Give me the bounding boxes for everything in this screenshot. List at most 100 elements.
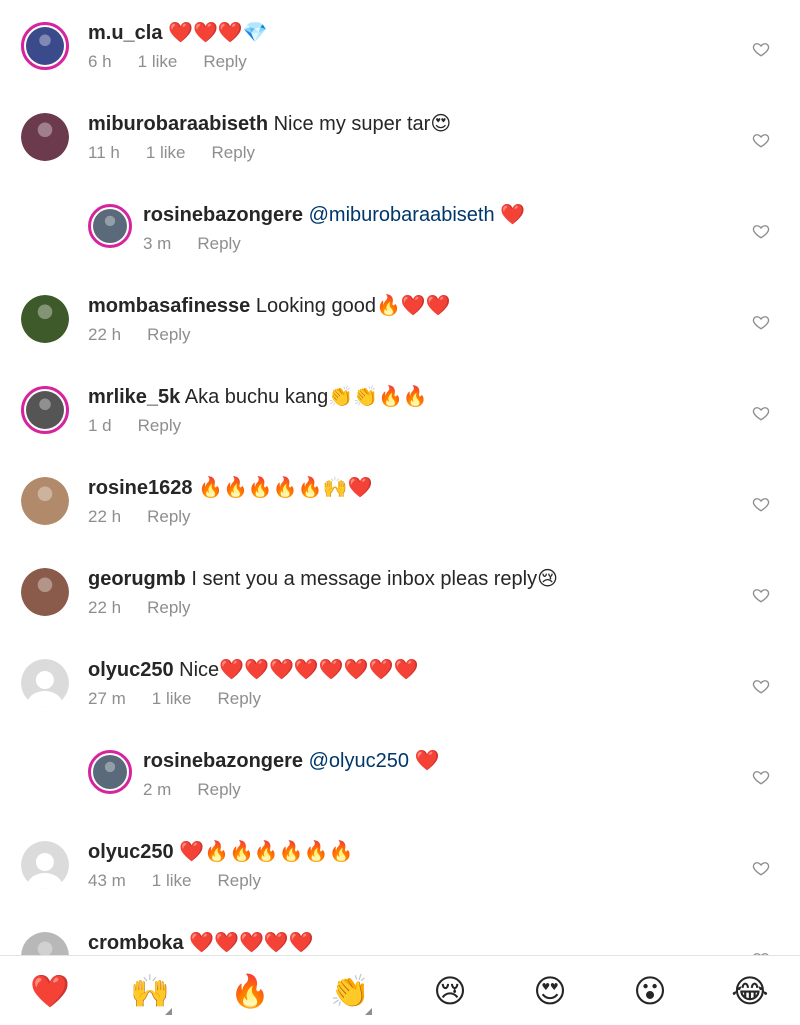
comment: cromboka ❤️❤️❤️❤️❤️ (0, 928, 800, 955)
comment-username[interactable]: m.u_cla (88, 22, 162, 44)
like-heart-icon[interactable] (752, 222, 770, 240)
like-heart-icon[interactable] (752, 40, 770, 58)
comment-username[interactable]: cromboka (88, 932, 184, 954)
comment-body: rosinebazongere @olyuc250 ❤️ 2 m Reply (143, 748, 439, 800)
like-count[interactable]: 1 like (152, 871, 192, 890)
comment-body: georugmb I sent you a message inbox plea… (88, 566, 558, 618)
avatar[interactable] (21, 568, 69, 616)
reply-button[interactable]: Reply (197, 780, 240, 799)
avatar[interactable] (21, 295, 69, 343)
comment-timestamp: 2 m (143, 780, 172, 799)
comment: olyuc250 Nice❤️❤️❤️❤️❤️❤️❤️❤️ 27 m 1 like R… (0, 655, 800, 746)
default-profile-icon (21, 841, 69, 889)
comment-username[interactable]: rosinebazongere (143, 204, 303, 226)
comment-text-line: rosine1628 🔥🔥🔥🔥🔥🙌❤️ (88, 475, 372, 501)
heart-eyes-emoji-icon: 😍 (533, 972, 567, 1009)
profile-photo (93, 209, 127, 243)
reaction-fire-button[interactable]: 🔥 (220, 961, 280, 1021)
comments-list[interactable]: m.u_cla ❤️❤️❤️💎 6 h1 like Reply miburobaraa… (0, 0, 800, 955)
profile-photo (21, 295, 69, 343)
like-count[interactable]: 1 like (152, 689, 192, 708)
avatar[interactable] (21, 477, 69, 525)
comment-body: miburobaraabiseth Nice my super tar😍 11 h… (88, 111, 451, 163)
reply-button[interactable]: Reply (138, 416, 181, 435)
comment-text-line: rosinebazongere @miburobaraabiseth ❤️ (143, 202, 525, 228)
reaction-heart-eyes-button[interactable]: 😍 (520, 961, 580, 1021)
avatar[interactable] (21, 659, 69, 707)
comment: mrlike_5k Aka buchu kang👏👏🔥🔥 1 d Reply (0, 382, 800, 473)
comment-timestamp: 22 h (88, 325, 122, 344)
skin-tone-indicator-icon (165, 1007, 172, 1015)
like-heart-icon[interactable] (752, 859, 770, 877)
reaction-clapping-hands-button[interactable]: 👏 (320, 961, 380, 1021)
comment-timestamp: 11 h (88, 143, 120, 162)
comment-meta: 27 m 1 like Reply (88, 689, 418, 709)
comment-text-line: mrlike_5k Aka buchu kang👏👏🔥🔥 (88, 384, 428, 410)
reply-button[interactable]: Reply (197, 234, 240, 253)
reply-comment: rosinebazongere @olyuc250 ❤️ 2 m Reply (0, 746, 800, 837)
skin-tone-indicator-icon (365, 1007, 372, 1015)
reply-button[interactable]: Reply (203, 52, 246, 71)
comment: miburobaraabiseth Nice my super tar😍 11 h… (0, 109, 800, 200)
comment-timestamp: 3 m (143, 234, 172, 253)
reply-button[interactable]: Reply (147, 507, 190, 526)
comment-username[interactable]: olyuc250 (88, 659, 174, 681)
mention-link[interactable]: @olyuc250 (309, 750, 409, 772)
avatar[interactable] (21, 932, 69, 955)
comment-timestamp: 43 m (88, 871, 126, 890)
like-heart-icon[interactable] (752, 404, 770, 422)
mention-link[interactable]: @miburobaraabiseth (309, 204, 495, 226)
comment: m.u_cla ❤️❤️❤️💎 6 h 1 like Reply (0, 18, 800, 109)
reply-button[interactable]: Reply (217, 689, 260, 708)
reply-button[interactable]: Reply (212, 143, 255, 162)
comment-username[interactable]: rosinebazongere (143, 750, 303, 772)
comment-text-line: georugmb I sent you a message inbox plea… (88, 566, 558, 592)
like-heart-icon[interactable] (752, 768, 770, 786)
profile-photo (21, 113, 69, 161)
like-heart-icon[interactable] (752, 131, 770, 149)
avatar[interactable] (21, 113, 69, 161)
comment-text-line: m.u_cla ❤️❤️❤️💎 (88, 20, 273, 46)
reaction-surprised-face-button[interactable]: 😮 (620, 961, 680, 1021)
like-count[interactable]: 1 like (138, 52, 178, 71)
comment-body: m.u_cla ❤️❤️❤️💎 6 h 1 like Reply (88, 20, 273, 72)
comment-username[interactable]: mombasafinesse (88, 295, 250, 317)
comment-body: rosine1628 🔥🔥🔥🔥🔥🙌❤️ 22 h Reply (88, 475, 372, 527)
profile-photo (26, 27, 64, 65)
like-heart-icon[interactable] (752, 586, 770, 604)
comment-username[interactable]: rosine1628 (88, 477, 193, 499)
comment-username[interactable]: miburobaraabiseth (88, 113, 268, 135)
reaction-heart-button[interactable]: ❤️ (20, 961, 80, 1021)
avatar[interactable] (88, 750, 132, 794)
like-heart-icon[interactable] (752, 313, 770, 331)
comment-text: 🔥🔥🔥🔥🔥🙌❤️ (198, 477, 373, 499)
comment-meta: 1 d Reply (88, 416, 428, 436)
comment-text: ❤️ (500, 204, 526, 226)
comment-text-line: mombasafinesse Looking good🔥❤️❤️ (88, 293, 451, 319)
reply-button[interactable]: Reply (147, 325, 190, 344)
comment-username[interactable]: olyuc250 (88, 841, 174, 863)
surprised-face-emoji-icon: 😮 (633, 972, 667, 1009)
comment-meta: 11 h 1 like Reply (88, 143, 451, 163)
comment-text: ❤️🔥🔥🔥🔥🔥🔥 (179, 841, 354, 863)
comment-timestamp: 6 h (88, 52, 112, 71)
reaction-raising-hands-button[interactable]: 🙌 (120, 961, 180, 1021)
reply-button[interactable]: Reply (147, 598, 190, 617)
reply-button[interactable]: Reply (217, 871, 260, 890)
comment-username[interactable]: mrlike_5k (88, 386, 180, 408)
reaction-laughing-face-button[interactable]: 😂 (720, 961, 780, 1021)
comment-meta: 43 m 1 like Reply (88, 871, 354, 891)
avatar[interactable] (21, 386, 69, 434)
avatar[interactable] (88, 204, 132, 248)
heart-emoji-icon: ❤️ (30, 972, 70, 1009)
avatar[interactable] (21, 22, 69, 70)
default-profile-icon (21, 659, 69, 707)
comment-timestamp: 27 m (88, 689, 126, 708)
like-count[interactable]: 1 like (146, 143, 186, 162)
comment-meta: 22 h Reply (88, 507, 372, 527)
reaction-crying-face-button[interactable]: 😢 (420, 961, 480, 1021)
like-heart-icon[interactable] (752, 677, 770, 695)
comment-username[interactable]: georugmb (88, 568, 186, 590)
avatar[interactable] (21, 841, 69, 889)
like-heart-icon[interactable] (752, 495, 770, 513)
